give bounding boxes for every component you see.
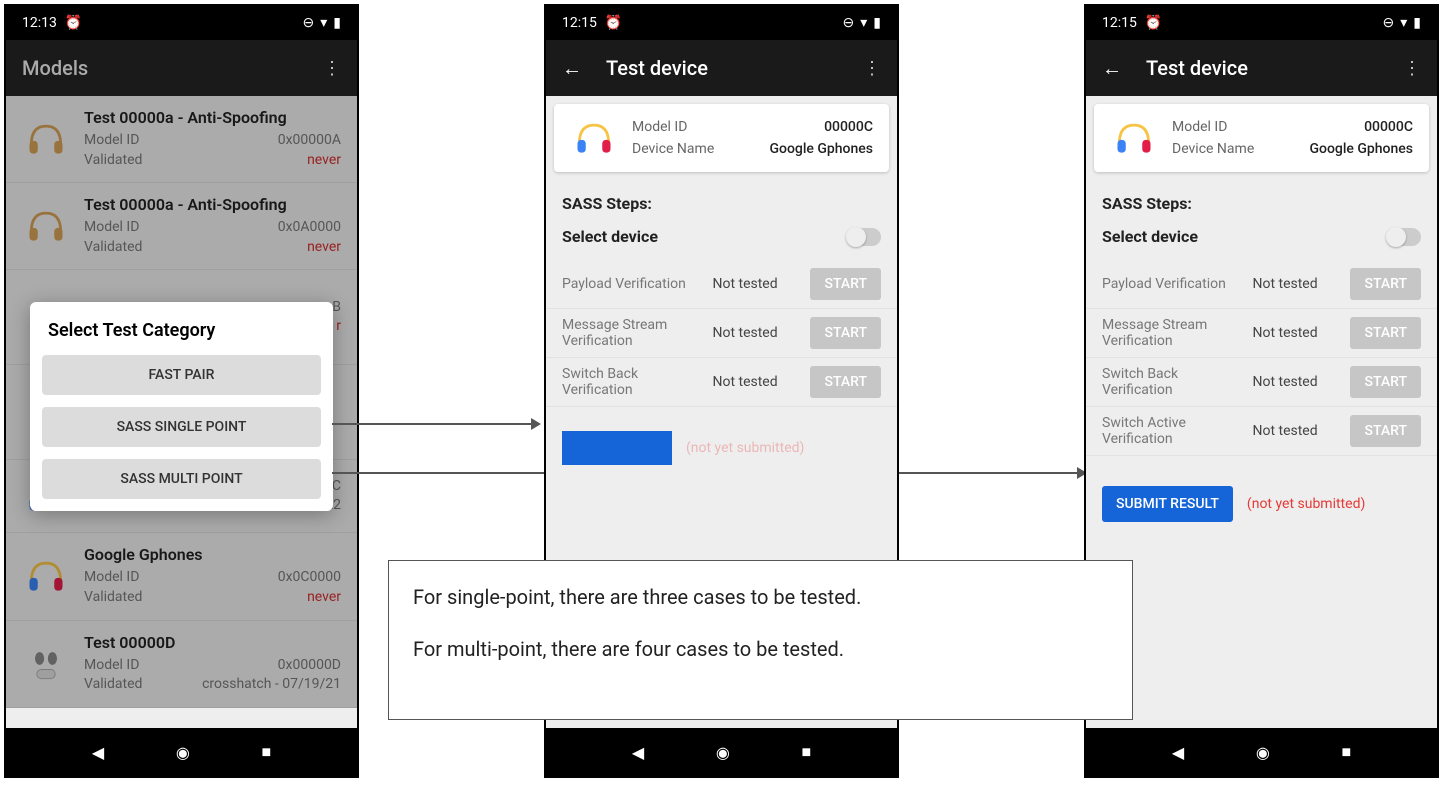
earbuds-icon — [22, 640, 70, 688]
status-bar: 12:15 ⏰ ⊖ ▾ ▮ — [1086, 6, 1437, 40]
sass-single-point-button[interactable]: SASS SINGLE POINT — [42, 407, 321, 447]
not-submitted-label: (not yet submitted) — [686, 440, 804, 456]
start-button[interactable]: START — [1350, 366, 1421, 398]
dnd-icon: ⊖ — [1383, 15, 1395, 31]
status-time: 12:15 — [562, 15, 597, 31]
fast-pair-button[interactable]: FAST PAIR — [42, 355, 321, 395]
explanation-note: For single-point, there are three cases … — [388, 560, 1133, 720]
page-title: Test device — [606, 56, 839, 80]
submit-result-button[interactable]: SUBMIT RESULT — [1102, 486, 1233, 522]
alarm-icon: ⏰ — [605, 15, 622, 31]
dnd-icon: ⊖ — [843, 15, 855, 31]
dnd-icon: ⊖ — [303, 15, 315, 31]
sass-steps-label: SASS Steps: — [546, 180, 897, 217]
page-title: Models — [22, 56, 299, 80]
start-button[interactable]: START — [810, 317, 881, 349]
nav-recents-icon[interactable]: ■ — [261, 742, 271, 762]
alarm-icon: ⏰ — [1145, 15, 1162, 31]
nav-back-icon[interactable]: ◀ — [1172, 743, 1184, 762]
start-button[interactable]: START — [810, 268, 881, 300]
wifi-icon: ▾ — [860, 15, 867, 31]
headphones-icon — [22, 202, 70, 250]
app-bar: Models ⋮ — [6, 40, 357, 96]
device-card: Model ID00000C Device NameGoogle Gphones — [554, 104, 889, 172]
select-device-toggle[interactable] — [1387, 228, 1421, 246]
sass-multi-point-button[interactable]: SASS MULTI POINT — [42, 459, 321, 499]
submit-result-button[interactable] — [562, 431, 672, 465]
phone-multi-point: 12:15 ⏰ ⊖ ▾ ▮ ← Test device ⋮ Model ID00… — [1084, 4, 1439, 778]
model-id-label: Model ID — [84, 131, 139, 151]
back-arrow-icon[interactable]: ← — [1102, 56, 1122, 81]
test-row: Switch Back Verification Not tested STAR… — [1086, 358, 1437, 407]
sass-steps-label: SASS Steps: — [1086, 180, 1437, 217]
wifi-icon: ▾ — [1400, 15, 1407, 31]
page-title: Test device — [1146, 56, 1379, 80]
headphones-icon — [1110, 114, 1158, 162]
nav-home-icon[interactable]: ◉ — [716, 743, 730, 762]
submit-row: SUBMIT RESULT (not yet submitted) — [1086, 456, 1437, 522]
model-item[interactable]: Google Gphones Model ID0x0C0000 Validate… — [6, 533, 357, 620]
select-device-row: Select device — [1086, 217, 1437, 260]
start-button[interactable]: START — [1350, 317, 1421, 349]
select-test-category-dialog: Select Test Category FAST PAIR SASS SING… — [30, 302, 333, 511]
arrow-single — [332, 418, 541, 430]
test-row: Switch Back Verification Not tested STAR… — [546, 358, 897, 407]
back-arrow-icon[interactable]: ← — [562, 56, 582, 81]
alarm-icon: ⏰ — [65, 15, 82, 31]
headphones-icon — [22, 552, 70, 600]
test-row: Payload Verification Not tested START — [1086, 260, 1437, 309]
overflow-menu-icon[interactable]: ⋮ — [863, 58, 881, 79]
nav-recents-icon[interactable]: ■ — [1341, 742, 1351, 762]
test-row: Message Stream Verification Not tested S… — [1086, 309, 1437, 358]
model-item[interactable]: Test 00000a - Anti-Spoofing Model ID 0x00… — [6, 96, 357, 183]
battery-icon: ▮ — [873, 15, 881, 31]
test-row: Payload Verification Not tested START — [546, 260, 897, 309]
validated-value: never — [307, 151, 341, 171]
wifi-icon: ▾ — [320, 15, 327, 31]
nav-bar: ◀ ◉ ■ — [1086, 728, 1437, 776]
headphones-icon — [22, 115, 70, 163]
select-device-toggle[interactable] — [847, 228, 881, 246]
nav-bar: ◀ ◉ ■ — [6, 728, 357, 776]
note-line-1: For single-point, there are three cases … — [413, 583, 1108, 611]
model-title: Test 00000a - Anti-Spoofing — [84, 108, 341, 127]
overflow-menu-icon[interactable]: ⋮ — [323, 58, 341, 79]
select-device-row: Select device — [546, 217, 897, 260]
model-item[interactable]: Test 00000D Model ID0x00000D Validatedcr… — [6, 621, 357, 708]
test-row: Switch Active Verification Not tested ST… — [1086, 407, 1437, 456]
model-item[interactable]: Test 00000a - Anti-Spoofing Model ID0x0A… — [6, 183, 357, 270]
note-line-2: For multi-point, there are four cases to… — [413, 635, 1108, 663]
model-title: Test 00000a - Anti-Spoofing — [84, 195, 341, 214]
status-time: 12:13 — [22, 15, 57, 31]
nav-back-icon[interactable]: ◀ — [92, 743, 104, 762]
validated-label: Validated — [84, 151, 142, 171]
nav-home-icon[interactable]: ◉ — [1256, 743, 1270, 762]
headphones-icon — [570, 114, 618, 162]
battery-icon: ▮ — [333, 15, 341, 31]
status-bar: 12:13 ⏰ ⊖ ▾ ▮ — [6, 6, 357, 40]
nav-recents-icon[interactable]: ■ — [801, 742, 811, 762]
test-row: Message Stream Verification Not tested S… — [546, 309, 897, 358]
phone-models: 12:13 ⏰ ⊖ ▾ ▮ Models ⋮ Test 00000a - Ant… — [4, 4, 359, 778]
app-bar: ← Test device ⋮ — [546, 40, 897, 96]
status-time: 12:15 — [1102, 15, 1137, 31]
not-submitted-label: (not yet submitted) — [1247, 496, 1365, 512]
start-button[interactable]: START — [1350, 268, 1421, 300]
app-bar: ← Test device ⋮ — [1086, 40, 1437, 96]
submit-row-cutoff: (not yet submitted) — [546, 407, 897, 465]
nav-back-icon[interactable]: ◀ — [632, 743, 644, 762]
battery-icon: ▮ — [1413, 15, 1421, 31]
nav-bar: ◀ ◉ ■ — [546, 728, 897, 776]
dialog-title: Select Test Category — [42, 320, 321, 341]
overflow-menu-icon[interactable]: ⋮ — [1403, 58, 1421, 79]
model-id-value: 0x00000A — [278, 131, 341, 151]
status-bar: 12:15 ⏰ ⊖ ▾ ▮ — [546, 6, 897, 40]
device-card: Model ID00000C Device NameGoogle Gphones — [1094, 104, 1429, 172]
start-button[interactable]: START — [1350, 415, 1421, 447]
nav-home-icon[interactable]: ◉ — [176, 743, 190, 762]
start-button[interactable]: START — [810, 366, 881, 398]
